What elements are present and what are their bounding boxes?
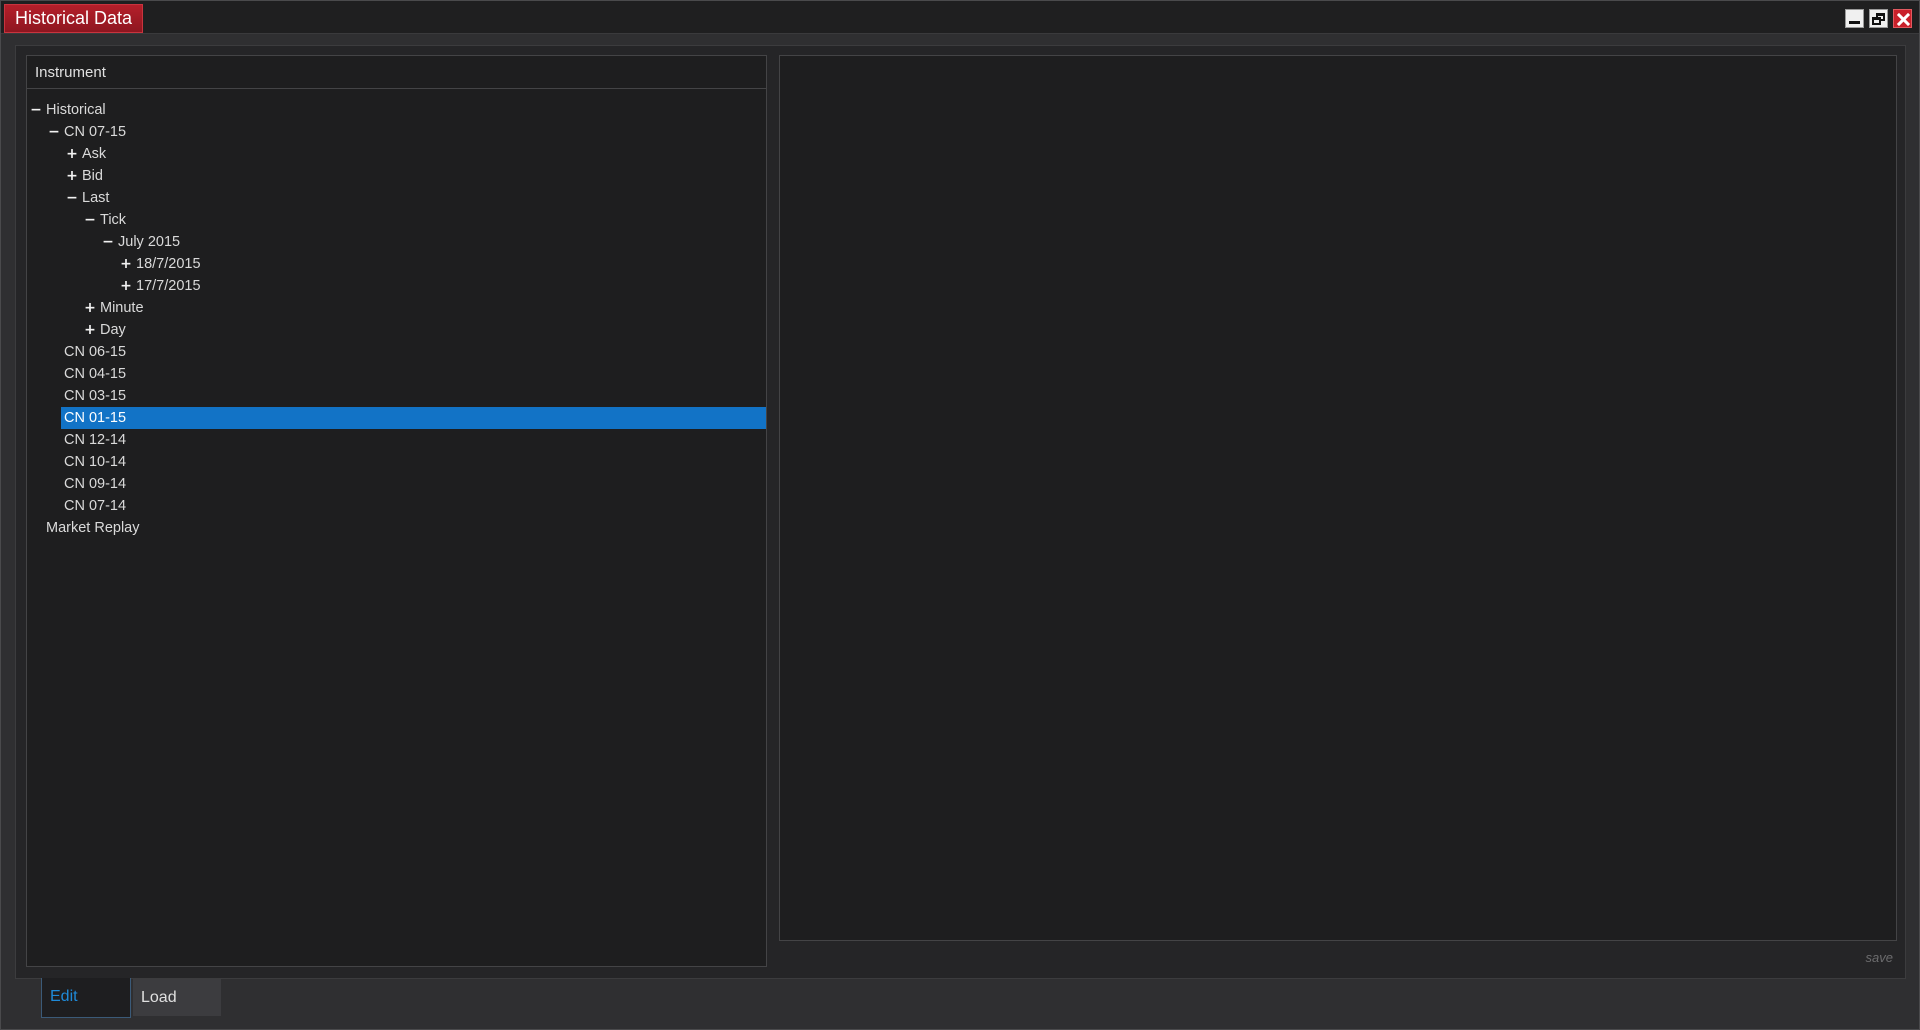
expand-icon[interactable]: + [66, 165, 78, 187]
instrument-tree: − Historical − CN 07-15 + Ask + Bid − Last − Tick − J… [27, 99, 766, 539]
tree-node-label: CN 03-15 [64, 388, 127, 404]
tree-node-label: Day [100, 322, 126, 338]
tree-node-label: CN 07-15 [64, 124, 127, 140]
tree-node-label: Ask [82, 146, 107, 162]
tree-node[interactable]: − July 2015 [27, 231, 766, 253]
collapse-icon[interactable]: − [48, 121, 60, 143]
expand-icon[interactable]: + [84, 297, 96, 319]
tree-node[interactable]: − Tick [27, 209, 766, 231]
tree-node-label: 17/7/2015 [136, 278, 201, 294]
tree-node-label: CN 10-14 [64, 454, 127, 470]
close-button[interactable] [1893, 9, 1912, 28]
tree-node[interactable]: CN 07-14 [27, 495, 766, 517]
close-icon [1897, 13, 1910, 26]
tree-column-header[interactable]: Instrument [27, 56, 766, 89]
expand-icon[interactable]: + [66, 143, 78, 165]
tree-node-label: CN 01-15 [64, 410, 127, 426]
tree-node[interactable]: Market Replay [27, 517, 766, 539]
tree-node[interactable]: + Bid [27, 165, 766, 187]
tree-node-label: Last [82, 190, 110, 206]
collapse-icon[interactable]: − [66, 187, 78, 209]
collapse-icon[interactable]: − [84, 209, 96, 231]
tree-node[interactable]: − CN 07-15 [27, 121, 766, 143]
window-title: Historical Data [4, 4, 144, 33]
tree-node-label: CN 07-14 [64, 498, 127, 514]
tree-node[interactable]: CN 03-15 [27, 385, 766, 407]
selection-highlight [61, 407, 766, 429]
tree-node[interactable]: + Day [27, 319, 766, 341]
tree-node-label: 18/7/2015 [136, 256, 201, 272]
detail-panel [779, 55, 1897, 941]
main-content: Instrument − Historical − CN 07-15 + Ask + Bid −… [15, 45, 1906, 979]
tree-node-label: CN 04-15 [64, 366, 127, 382]
tree-node-label: CN 12-14 [64, 432, 127, 448]
minimize-icon [1849, 21, 1860, 24]
expand-icon[interactable]: + [84, 319, 96, 341]
tree-node[interactable]: − Historical [27, 99, 766, 121]
tree-node-label: July 2015 [118, 234, 181, 250]
collapse-icon[interactable]: − [30, 99, 42, 121]
tree-node[interactable]: CN 10-14 [27, 451, 766, 473]
tree-node[interactable]: + Ask [27, 143, 766, 165]
tree-node[interactable]: − Last [27, 187, 766, 209]
tab-load[interactable]: Load [133, 979, 221, 1016]
tree-node[interactable]: CN 12-14 [27, 429, 766, 451]
tree-node-label: Bid [82, 168, 103, 184]
save-link[interactable]: save [1866, 950, 1893, 965]
tree-node-label: Tick [100, 212, 127, 228]
instrument-tree-panel: Instrument − Historical − CN 07-15 + Ask + Bid −… [26, 55, 767, 967]
tree-node[interactable]: CN 06-15 [27, 341, 766, 363]
expand-icon[interactable]: + [120, 253, 132, 275]
restore-button[interactable] [1869, 9, 1888, 28]
historical-data-window: Historical Data Instrument − Historical − C… [0, 0, 1920, 1030]
tree-node-label: Historical [46, 102, 106, 118]
tree-node-label: Market Replay [46, 520, 140, 536]
tree-node[interactable]: CN 01-15 [27, 407, 766, 429]
tree-node-label: CN 06-15 [64, 344, 127, 360]
expand-icon[interactable]: + [120, 275, 132, 297]
tree-node-label: CN 09-14 [64, 476, 127, 492]
tree-node[interactable]: + Minute [27, 297, 766, 319]
tree-node[interactable]: CN 09-14 [27, 473, 766, 495]
tree-node[interactable]: +17/7/2015 [27, 275, 766, 297]
collapse-icon[interactable]: − [102, 231, 114, 253]
restore-icon-front [1872, 17, 1881, 25]
minimize-button[interactable] [1845, 9, 1864, 28]
tree-node[interactable]: +18/7/2015 [27, 253, 766, 275]
title-bar[interactable]: Historical Data [1, 1, 1919, 34]
tree-node-label: Minute [100, 300, 144, 316]
tree-node[interactable]: CN 04-15 [27, 363, 766, 385]
tab-edit[interactable]: Edit [41, 978, 131, 1018]
